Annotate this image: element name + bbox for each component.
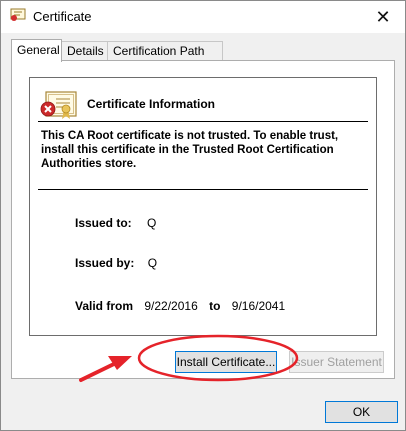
ok-button[interactable]: OK bbox=[325, 401, 398, 423]
window-title: Certificate bbox=[33, 9, 92, 24]
message-divider bbox=[38, 189, 368, 190]
tab-general[interactable]: General bbox=[11, 39, 62, 62]
valid-from-value: 9/22/2016 bbox=[144, 299, 198, 313]
general-tab-panel: Certificate Information This CA Root cer… bbox=[11, 60, 395, 379]
untrusted-certificate-icon bbox=[40, 91, 77, 119]
issued-to-value: Q bbox=[147, 216, 157, 230]
certificate-information-box: Certificate Information This CA Root cer… bbox=[29, 77, 377, 336]
close-icon: ✕ bbox=[375, 6, 391, 27]
valid-from-label: Valid from bbox=[75, 299, 134, 313]
header-divider bbox=[38, 121, 368, 122]
install-certificate-button[interactable]: Install Certificate... bbox=[175, 351, 277, 373]
title-bar: Certificate ✕ bbox=[1, 1, 405, 33]
issued-by-value: Q bbox=[147, 256, 158, 270]
validity-row: Valid from 9/22/2016 to 9/16/2041 bbox=[75, 299, 285, 313]
certificate-icon bbox=[10, 8, 26, 21]
issued-to-label: Issued to: bbox=[75, 216, 132, 230]
issuer-statement-button: Issuer Statement bbox=[289, 351, 384, 373]
issued-to-row: Issued to: Q bbox=[75, 216, 156, 230]
issued-by-row: Issued by: Q bbox=[75, 256, 157, 270]
tab-details[interactable]: Details bbox=[61, 41, 108, 61]
certificate-dialog: Certificate ✕ General Details Certificat… bbox=[0, 0, 406, 431]
trust-warning-message: This CA Root certificate is not trusted.… bbox=[41, 130, 339, 170]
valid-to-label: to bbox=[209, 299, 221, 313]
tab-certification-path[interactable]: Certification Path bbox=[107, 41, 223, 61]
close-button[interactable]: ✕ bbox=[361, 1, 405, 33]
certificate-information-heading: Certificate Information bbox=[87, 97, 216, 111]
issued-by-label: Issued by: bbox=[75, 256, 135, 270]
valid-to-value: 9/16/2041 bbox=[231, 299, 286, 313]
